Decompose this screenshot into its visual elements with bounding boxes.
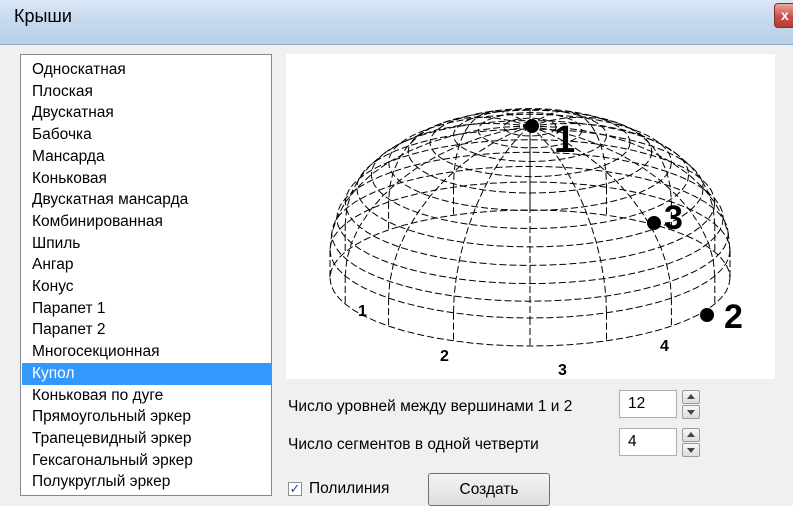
list-item[interactable]: Односкатная [22, 59, 271, 81]
vertex-label: 3 [664, 199, 683, 237]
dome-wireframe: 1 3 2 1 2 3 4 [329, 108, 743, 379]
list-item[interactable]: Прямоугольный эркер [22, 406, 271, 428]
levels-spinner [682, 390, 700, 419]
list-item[interactable]: Шпиль [22, 233, 271, 255]
list-item[interactable]: Конус [22, 276, 271, 298]
vertex-dot [647, 216, 661, 230]
segments-spinner [682, 428, 700, 457]
levels-input[interactable]: 12 [619, 390, 677, 418]
list-item[interactable]: Мансарда [22, 146, 271, 168]
list-item[interactable]: Многосекционная [22, 341, 271, 363]
vertex-dot [525, 119, 539, 133]
list-item[interactable]: Гексагональный эркер [22, 450, 271, 472]
arrow-up-icon[interactable] [682, 428, 700, 442]
arrow-up-icon[interactable] [682, 390, 700, 404]
list-item[interactable]: Комбинированная [22, 211, 271, 233]
list-item[interactable]: Бабочка [22, 124, 271, 146]
list-item[interactable]: Двускатная мансарда [22, 189, 271, 211]
create-button[interactable]: Создать [428, 473, 550, 506]
polyline-checkbox[interactable]: ✓ [288, 482, 302, 496]
arrow-down-icon[interactable] [682, 443, 700, 457]
roofs-dialog: Крыши x Односкатная Плоская Двускатная Бабо… [0, 0, 793, 506]
quarter-label: 4 [660, 338, 669, 355]
window-title: Крыши [14, 6, 72, 26]
polyline-label: Полилиния [309, 480, 390, 497]
list-item[interactable]: Парапет 2 [22, 319, 271, 341]
list-item[interactable]: Полукруглый эркер [22, 471, 271, 493]
close-button[interactable]: x [774, 3, 793, 28]
vertex-label: 1 [554, 119, 575, 161]
segments-label: Число сегментов в одной четверти [288, 436, 539, 453]
arrow-down-icon[interactable] [682, 405, 700, 419]
roof-type-list[interactable]: Односкатная Плоская Двускатная Бабочка Манса… [20, 54, 272, 496]
levels-label: Число уровней между вершинами 1 и 2 [288, 398, 573, 415]
list-item[interactable]: Коньковая по дуге [22, 385, 271, 407]
vertex-label: 2 [724, 298, 743, 336]
dome-preview: 1 3 2 1 2 3 4 [286, 54, 775, 379]
quarter-label: 1 [358, 303, 367, 320]
quarter-label: 2 [440, 348, 449, 365]
list-item[interactable]: Купол [22, 362, 271, 385]
list-item[interactable]: Парапет 1 [22, 298, 271, 320]
list-item[interactable]: Трапецевидный эркер [22, 428, 271, 450]
title-bar: Крыши x [0, 0, 793, 45]
list-item[interactable]: Плоская [22, 81, 271, 103]
vertex-dot [700, 308, 714, 322]
list-item[interactable]: Ангар [22, 254, 271, 276]
list-item[interactable]: Коньковая [22, 168, 271, 190]
segments-input[interactable]: 4 [619, 428, 677, 456]
quarter-label: 3 [558, 362, 567, 379]
close-icon: x [781, 7, 789, 23]
list-item[interactable]: Двускатная [22, 102, 271, 124]
